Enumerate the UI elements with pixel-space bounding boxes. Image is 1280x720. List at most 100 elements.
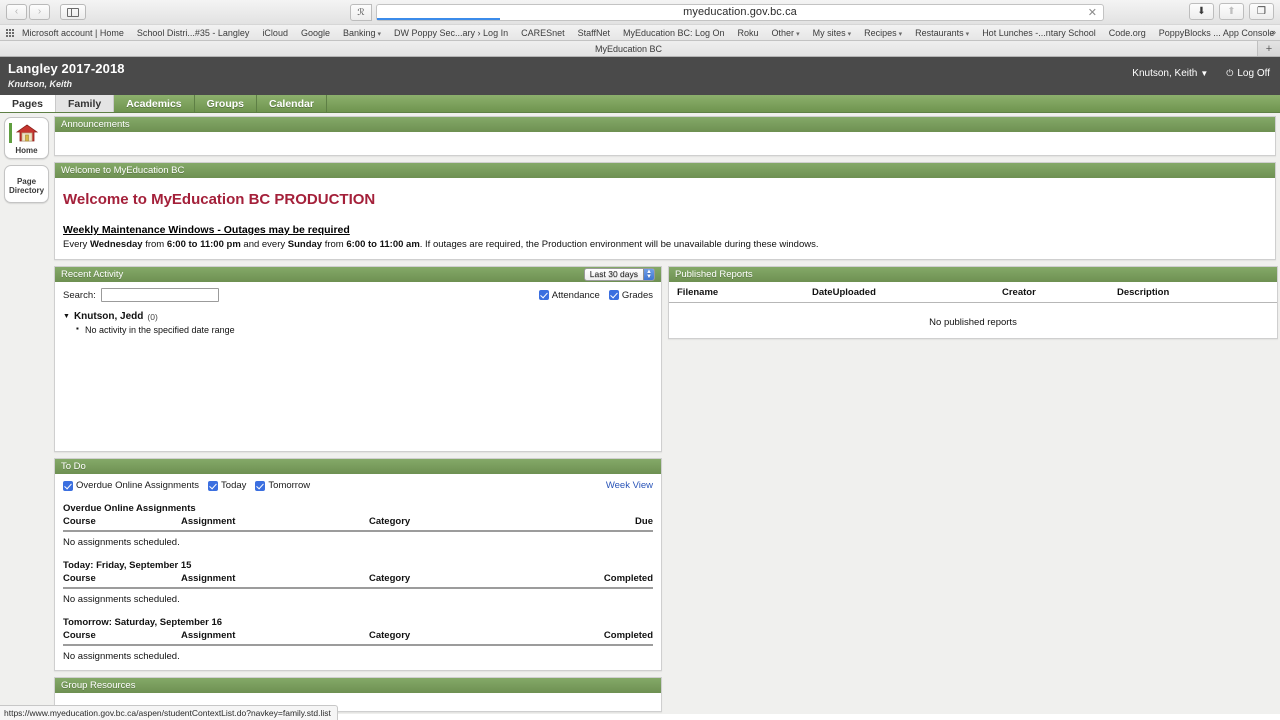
sidebar-item-page-directory[interactable]: Page Directory: [4, 165, 49, 203]
filter-today[interactable]: Today: [208, 480, 246, 491]
toolbar-actions: ⬇ ⬆ ❐: [1189, 3, 1274, 20]
bookmark-label: DW Poppy Sec...ary › Log In: [394, 27, 509, 38]
search-label: Search:: [63, 289, 96, 301]
chevron-down-icon: ▾: [377, 30, 382, 38]
tab-family[interactable]: Family: [55, 95, 115, 112]
sidebar-item-home[interactable]: Home: [4, 117, 49, 159]
browser-tab-title: MyEducation BC: [594, 43, 663, 54]
column-header-filename: Filename: [677, 287, 719, 298]
bookmark-item[interactable]: MyEducation BC: Log On: [623, 28, 725, 38]
checkbox-icon[interactable]: [63, 480, 73, 491]
tab-label: Calendar: [269, 97, 314, 110]
bookmarks-overflow-icon[interactable]: »: [1271, 27, 1276, 37]
triangle-down-icon: ▼: [63, 313, 70, 320]
filter-tomorrow[interactable]: Tomorrow: [255, 480, 310, 491]
bookmark-label: Code.org: [1108, 27, 1146, 38]
bookmarks-bar: Microsoft account | Home School Distri..…: [0, 24, 1280, 40]
toggle-sidebar-button[interactable]: [60, 4, 86, 20]
checkbox-icon[interactable]: [538, 290, 549, 300]
bookmark-label: iCloud: [262, 27, 288, 38]
student-group-header[interactable]: ▼ Knutson, Jedd (0): [63, 311, 653, 322]
filter-label: Attendance: [551, 289, 600, 301]
column-header-description: Description: [1117, 287, 1170, 298]
chevron-down-icon: ▾: [796, 30, 800, 38]
download-icon: ⬇: [1197, 6, 1206, 17]
left-column: Recent Activity Last 30 days ▲▼ Search:: [54, 266, 662, 714]
page-load-progress: [377, 17, 501, 20]
bookmark-item[interactable]: CARESnet: [521, 28, 565, 38]
url-input[interactable]: myeducation.gov.bc.ca ✕: [376, 3, 1104, 21]
content-area: Announcements Welcome to MyEducation BC …: [52, 113, 1280, 714]
bookmark-item[interactable]: Banking ▾: [343, 28, 381, 38]
tab-groups[interactable]: Groups: [195, 95, 257, 112]
column-header-course: Course: [63, 573, 96, 584]
bookmark-label: School Distri...#35 - Langley: [136, 27, 250, 38]
user-menu[interactable]: Knutson, Keith ▼: [1132, 68, 1208, 79]
share-button[interactable]: ⬆: [1219, 3, 1244, 20]
back-button[interactable]: ‹: [6, 4, 27, 20]
bookmark-item[interactable]: Recipes ▾: [864, 28, 902, 38]
checkbox-icon[interactable]: [608, 290, 619, 300]
search-input[interactable]: [100, 288, 219, 302]
bookmark-label: Hot Lunches -...ntary School: [982, 27, 1096, 38]
url-text: myeducation.gov.bc.ca: [683, 6, 797, 18]
bookmark-item[interactable]: My sites ▾: [813, 28, 852, 38]
reader-view-button[interactable]: ℛ: [350, 3, 372, 21]
sidebar-item-label: Home: [15, 146, 38, 155]
date-range-select[interactable]: Last 30 days ▲ ▼: [583, 268, 655, 281]
browser-tab[interactable]: MyEducation BC: [0, 41, 1258, 56]
maint-b4: 6:00 to 11:00 am: [346, 239, 420, 250]
apps-grid-icon[interactable]: [6, 28, 14, 37]
welcome-body: Welcome to MyEducation BC PRODUCTION Wee…: [55, 178, 1275, 259]
bookmark-item[interactable]: Roku: [738, 28, 759, 38]
chevron-down-icon: ▾: [965, 30, 970, 38]
column-header-completed: Completed: [603, 630, 653, 641]
todo-header: To Do: [55, 459, 661, 474]
maint-p1: Every: [63, 239, 90, 250]
bookmark-item[interactable]: StaffNet: [578, 28, 610, 38]
todo-section: Tomorrow: Saturday, September 16 Course …: [63, 617, 653, 662]
bookmark-item[interactable]: Code.org: [1109, 28, 1146, 38]
published-reports-body: Filename DateUploaded Creator Descriptio…: [669, 282, 1277, 328]
bookmark-label: Recipes: [864, 27, 897, 38]
log-off-button[interactable]: ⏻ Log Off: [1226, 68, 1270, 79]
show-tabs-button[interactable]: ❐: [1249, 3, 1274, 20]
published-reports-panel: Published Reports Filename DateUploaded …: [668, 266, 1278, 339]
filter-label: Today: [221, 480, 247, 491]
tab-pages[interactable]: Pages: [0, 95, 56, 112]
column-header-assignment: Assignment: [181, 630, 236, 641]
district-title: Langley 2017-2018: [8, 61, 125, 76]
forward-button[interactable]: ›: [29, 4, 50, 20]
filter-label: Tomorrow: [268, 480, 311, 491]
checkbox-icon[interactable]: [255, 480, 266, 491]
todo-column-headers: Course Assignment Category Completed: [63, 630, 653, 646]
week-view-link[interactable]: Week View: [606, 480, 653, 491]
bookmark-item[interactable]: School Distri...#35 - Langley: [137, 28, 250, 38]
column-header-due: Due: [635, 516, 653, 527]
tab-calendar[interactable]: Calendar: [257, 95, 327, 112]
filter-grades[interactable]: Grades: [608, 290, 653, 301]
bookmark-item[interactable]: Microsoft account | Home: [22, 28, 124, 38]
column-header-assignment: Assignment: [181, 516, 236, 527]
bookmark-item[interactable]: iCloud: [262, 28, 288, 38]
bookmark-item[interactable]: DW Poppy Sec...ary › Log In: [394, 28, 508, 38]
downloads-button[interactable]: ⬇: [1189, 3, 1214, 20]
column-header-category: Category: [369, 630, 411, 641]
filter-attendance[interactable]: Attendance: [538, 289, 600, 301]
bookmark-item[interactable]: Hot Lunches -...ntary School: [982, 28, 1096, 38]
maint-b3: Sunday: [287, 239, 323, 250]
panel-title: Group Resources: [61, 680, 136, 691]
todo-controls: Overdue Online Assignments Today Tomorro…: [63, 480, 653, 491]
bookmark-item[interactable]: Restaurants ▾: [915, 28, 969, 38]
bookmark-item[interactable]: PoppyBlocks ... App Console: [1159, 28, 1275, 38]
dashboard-columns: Recent Activity Last 30 days ▲▼ Search:: [54, 266, 1278, 714]
todo-section: Overdue Online Assignments Course Assign…: [63, 503, 653, 548]
new-tab-button[interactable]: +: [1258, 41, 1280, 56]
todo-filters: Overdue Online Assignments Today Tomorro…: [63, 480, 310, 491]
bookmark-item[interactable]: Other ▾: [772, 28, 800, 38]
checkbox-icon[interactable]: [208, 480, 219, 491]
filter-overdue-online-assignments[interactable]: Overdue Online Assignments: [63, 480, 199, 491]
bookmark-item[interactable]: Google: [301, 28, 330, 38]
stop-loading-icon[interactable]: ✕: [1088, 7, 1097, 19]
tab-academics[interactable]: Academics: [114, 95, 195, 112]
